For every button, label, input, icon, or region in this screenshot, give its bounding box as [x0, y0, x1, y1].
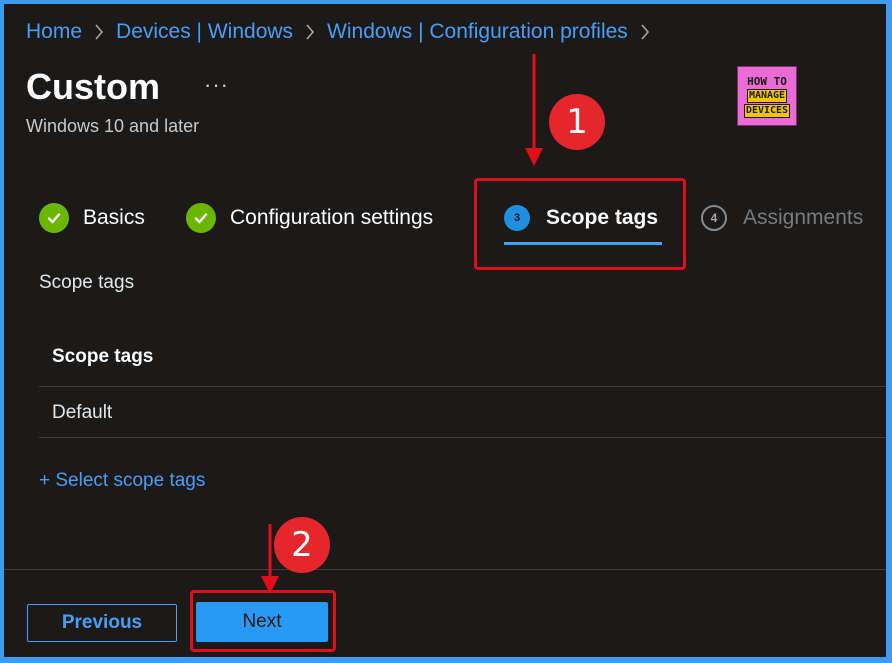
step-number-badge: 3: [504, 205, 530, 231]
active-step-underline: [504, 242, 662, 245]
callout-badge-2: 2: [274, 517, 330, 573]
arrow-down-icon: [525, 54, 543, 166]
checkmark-icon: [186, 203, 216, 233]
section-label: Scope tags: [39, 272, 135, 293]
breadcrumb: Home Devices | Windows Windows | Configu…: [26, 20, 662, 44]
step-number-badge: 4: [701, 205, 727, 231]
chevron-right-icon: [640, 24, 650, 40]
step-basics[interactable]: Basics: [39, 200, 145, 236]
more-options-button[interactable]: ···: [204, 72, 229, 98]
step-label: Assignments: [743, 206, 864, 229]
page-title: Custom: [26, 66, 160, 107]
step-assignments[interactable]: 4 Assignments: [701, 200, 863, 236]
logo-line-2: MANAGE: [746, 88, 788, 103]
next-button[interactable]: Next: [196, 602, 328, 642]
wizard-steps: Basics Configuration settings 3 Scope ta…: [4, 200, 886, 244]
logo-line-3: DEVICES: [743, 103, 791, 118]
table-divider: [39, 437, 886, 438]
breadcrumb-home[interactable]: Home: [26, 20, 82, 44]
table-column-header: Scope tags: [52, 346, 154, 367]
breadcrumb-configuration-profiles[interactable]: Windows | Configuration profiles: [327, 20, 628, 44]
step-label: Configuration settings: [230, 206, 434, 229]
step-label: Scope tags: [546, 206, 659, 229]
footer-divider: [4, 569, 886, 570]
how-to-manage-devices-logo: HOW TO MANAGE DEVICES: [737, 66, 797, 126]
breadcrumb-devices-windows[interactable]: Devices | Windows: [116, 20, 293, 44]
step-configuration-settings[interactable]: Configuration settings: [186, 200, 433, 236]
callout-badge-1: 1: [549, 94, 605, 150]
table-divider: [39, 386, 886, 387]
portal-frame: Home Devices | Windows Windows | Configu…: [4, 4, 886, 657]
previous-button[interactable]: Previous: [27, 604, 177, 642]
chevron-right-icon: [305, 24, 315, 40]
step-scope-tags[interactable]: 3 Scope tags: [504, 200, 658, 236]
checkmark-icon: [39, 203, 69, 233]
table-row: Default: [52, 402, 113, 423]
select-scope-tags-link[interactable]: + Select scope tags: [39, 470, 205, 492]
page-subtitle: Windows 10 and later: [26, 116, 200, 136]
chevron-right-icon: [94, 24, 104, 40]
step-label: Basics: [83, 206, 145, 229]
logo-line-1: HOW TO: [747, 74, 787, 88]
